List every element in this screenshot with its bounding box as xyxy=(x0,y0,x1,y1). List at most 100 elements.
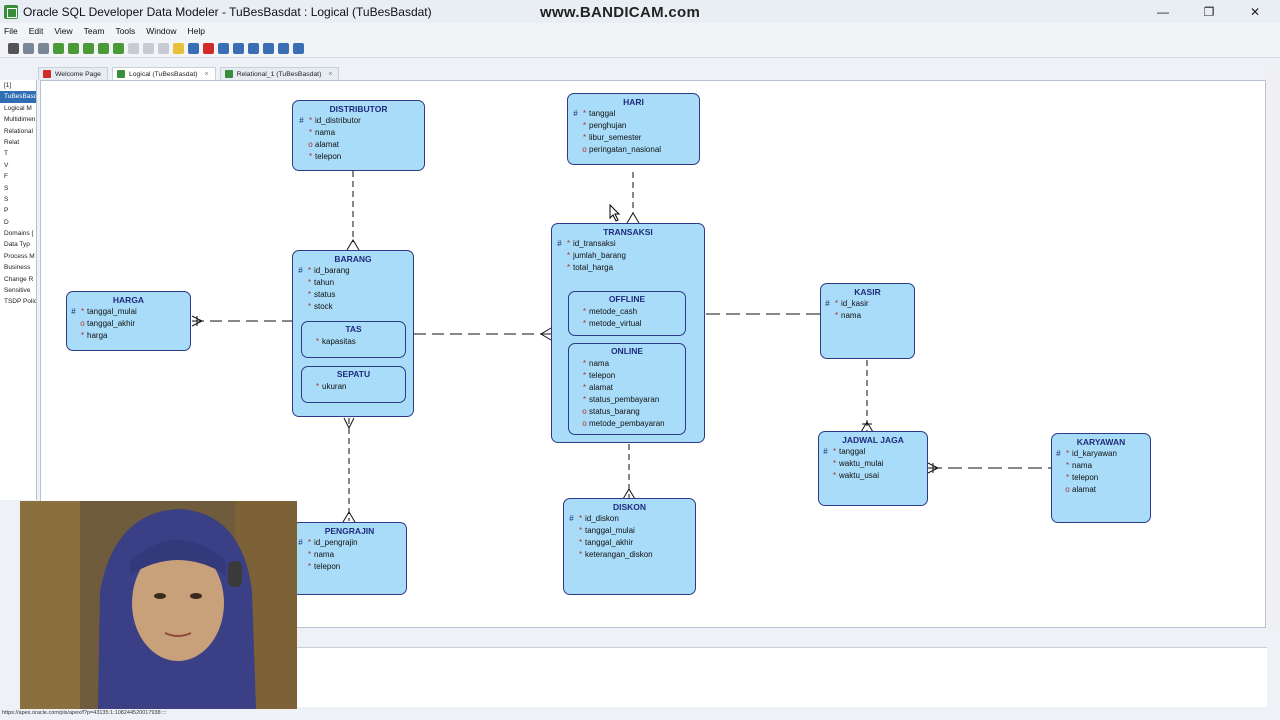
subtype-sepatu[interactable]: SEPATU * ukuran xyxy=(301,366,406,403)
entity-pengrajin[interactable]: PENGRAJIN # * id_pengrajin * nama * telepon xyxy=(292,522,407,595)
optional-marker: o xyxy=(582,145,587,154)
entity-hari[interactable]: HARI # * tanggal * penghujan * libur_semeste… xyxy=(567,93,700,165)
mandatory-marker: * xyxy=(582,109,587,118)
mandatory-marker: * xyxy=(578,526,583,535)
attribute: o peringatan_nasional xyxy=(571,144,699,156)
pk-marker xyxy=(296,301,305,313)
attribute-name: tanggal_akhir xyxy=(87,319,136,328)
attribute-name: tanggal_akhir xyxy=(585,538,634,547)
mandatory-marker: * xyxy=(582,307,587,316)
attribute: * nama xyxy=(296,549,406,561)
subtype-title: ONLINE xyxy=(610,346,644,356)
attribute-name: ukuran xyxy=(322,382,347,391)
mandatory-marker: * xyxy=(315,382,320,391)
pk-marker xyxy=(567,549,576,561)
pk-marker xyxy=(823,310,832,322)
attribute-name: metode_pembayaran xyxy=(589,419,665,428)
mandatory-marker: * xyxy=(582,371,587,380)
pk-marker xyxy=(821,458,830,470)
entity-title: DISKON xyxy=(612,502,647,512)
mandatory-marker: * xyxy=(582,359,587,368)
attribute-name: libur_semester xyxy=(589,133,642,142)
attribute: * tahun xyxy=(296,277,413,289)
pk-marker xyxy=(296,277,305,289)
mandatory-marker: * xyxy=(582,395,587,404)
pk-marker xyxy=(1054,472,1063,484)
attribute: o alamat xyxy=(1054,484,1150,496)
pk-marker xyxy=(571,406,580,418)
pk-marker xyxy=(821,470,830,482)
mandatory-marker: * xyxy=(578,550,583,559)
attribute: * telepon xyxy=(571,370,685,382)
attribute: * telepon xyxy=(296,561,406,573)
mandatory-marker: * xyxy=(578,514,583,523)
mandatory-marker: * xyxy=(307,550,312,559)
mandatory-marker: * xyxy=(307,562,312,571)
entity-harga[interactable]: HARGA # * tanggal_mulai o tanggal_akhir * ha… xyxy=(66,291,191,351)
mandatory-marker: * xyxy=(832,447,837,456)
pk-marker xyxy=(297,151,306,163)
entity-jadwal-jaga[interactable]: JADWAL JAGA # * tanggal * waktu_mulai * wakt… xyxy=(818,431,928,506)
pk-marker xyxy=(1054,460,1063,472)
attribute: * telepon xyxy=(297,151,424,163)
attribute: o status_barang xyxy=(571,406,685,418)
attribute-name: telepon xyxy=(314,562,341,571)
subtype-offline[interactable]: OFFLINE * metode_cash * metode_virtual xyxy=(568,291,686,336)
pk-marker xyxy=(571,358,580,370)
subtype-online[interactable]: ONLINE * nama * telepon * alamat * status_pe… xyxy=(568,343,686,435)
pk-marker: # xyxy=(1056,449,1061,458)
attribute: * waktu_mulai xyxy=(821,458,927,470)
pk-marker xyxy=(296,549,305,561)
attribute-name: nama xyxy=(1072,461,1093,470)
pk-marker xyxy=(571,120,580,132)
mandatory-marker: * xyxy=(582,133,587,142)
attribute-name: tanggal_mulai xyxy=(585,526,635,535)
entity-kasir[interactable]: KASIR # * id_kasir * nama xyxy=(820,283,915,359)
mouse-cursor-icon xyxy=(609,204,621,222)
presenter-video-icon xyxy=(20,501,297,709)
mandatory-marker: * xyxy=(566,251,571,260)
pk-marker xyxy=(555,262,564,274)
attribute-name: id_karyawan xyxy=(1072,449,1117,458)
subtype-title: SEPATU xyxy=(336,369,371,379)
subtype-title: TAS xyxy=(345,324,362,334)
pk-marker: # xyxy=(825,299,830,308)
attribute-name: telepon xyxy=(315,152,342,161)
attribute-name: nama xyxy=(315,128,336,137)
pk-marker xyxy=(304,381,313,393)
pk-marker xyxy=(571,394,580,406)
attribute-name: stock xyxy=(314,302,333,311)
pk-marker xyxy=(304,336,313,348)
attribute: * ukuran xyxy=(304,381,405,393)
pk-marker: # xyxy=(298,538,303,547)
attribute-name: id_diskon xyxy=(585,514,619,523)
attribute: * libur_semester xyxy=(571,132,699,144)
entity-karyawan[interactable]: KARYAWAN # * id_karyawan * nama * telepon oa… xyxy=(1051,433,1151,523)
optional-marker: o xyxy=(582,407,587,416)
entity-transaksi[interactable]: TRANSAKSI # * id_transaksi * jumlah_barang … xyxy=(551,223,705,443)
attribute-name: tanggal xyxy=(589,109,616,118)
attribute-name: alamat xyxy=(315,140,340,149)
entity-barang[interactable]: BARANG # * id_barang * tahun * status * stock… xyxy=(292,250,414,417)
attribute: * metode_cash xyxy=(571,306,685,318)
mandatory-marker: * xyxy=(834,299,839,308)
attribute: * tanggal_akhir xyxy=(567,537,695,549)
pk-marker: # xyxy=(569,514,574,523)
mandatory-marker: * xyxy=(80,307,85,316)
attribute-name: id_pengrajin xyxy=(314,538,358,547)
pk-marker xyxy=(297,127,306,139)
mandatory-marker: * xyxy=(578,538,583,547)
attribute: * total_harga xyxy=(555,262,704,274)
subtype-tas[interactable]: TAS * kapasitas xyxy=(301,321,406,358)
attribute-name: metode_cash xyxy=(589,307,638,316)
entity-distributor[interactable]: DISTRIBUTOR # * id_distributor * nama o alam… xyxy=(292,100,425,171)
entity-diskon[interactable]: DISKON # * id_diskon * tanggal_mulai * tangg… xyxy=(563,498,696,595)
attribute: * nama xyxy=(823,310,914,322)
pk-marker xyxy=(567,537,576,549)
status-url: https://apex.oracle.com/pls/apex/f?p=431… xyxy=(0,710,300,720)
attribute-name: kapasitas xyxy=(322,337,356,346)
mandatory-marker: * xyxy=(308,128,313,137)
pk-marker xyxy=(571,132,580,144)
pk-marker xyxy=(571,144,580,156)
pk-marker xyxy=(1054,484,1063,496)
